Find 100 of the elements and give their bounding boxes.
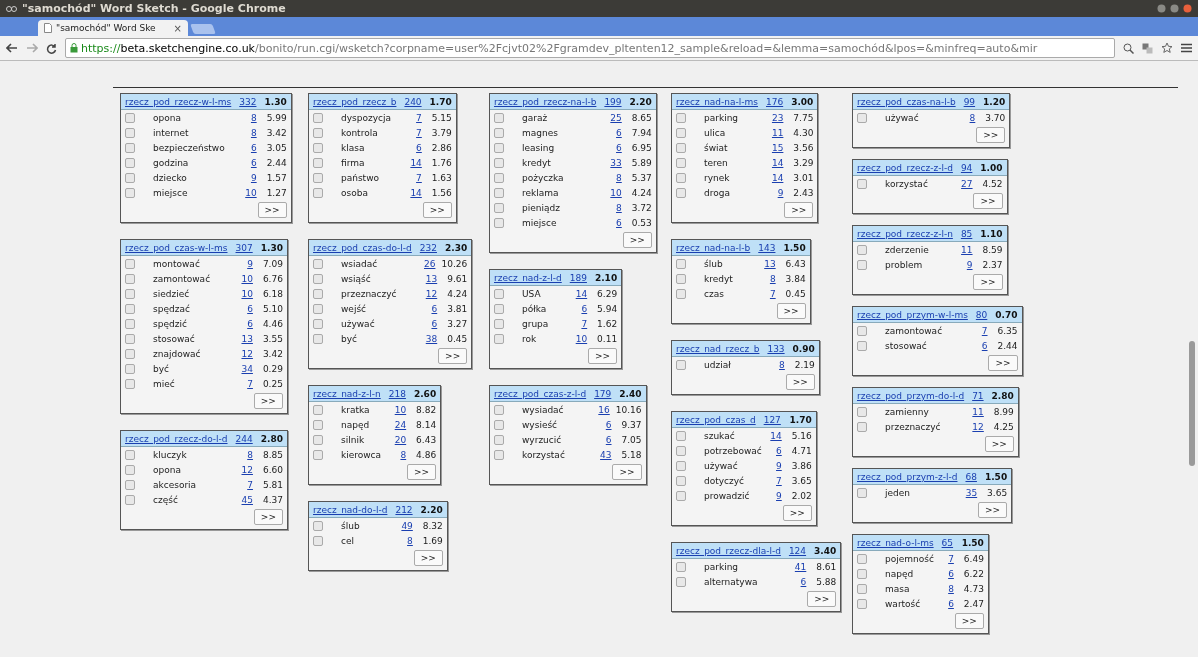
frequency-link[interactable]: 7 [407,172,422,183]
checkbox[interactable] [125,303,135,314]
frequency-link[interactable]: 6 [973,340,988,351]
checkbox[interactable] [313,127,323,138]
checkbox[interactable] [857,487,867,498]
frequency-link[interactable]: 14 [407,187,422,198]
checkbox[interactable] [125,187,135,198]
frequency-link[interactable]: 11 [969,406,984,417]
checkbox[interactable] [676,258,686,269]
frequency-link[interactable]: 6 [423,303,438,314]
checkbox[interactable] [313,419,323,430]
frequency-link[interactable]: 9 [238,258,253,269]
checkbox[interactable] [857,553,867,564]
checkbox[interactable] [125,172,135,183]
relation-link[interactable]: rzecz_nad-o-l-ms [857,537,934,548]
checkbox[interactable] [494,112,504,123]
more-button[interactable]: >> [807,591,837,607]
relation-link[interactable]: rzecz_pod_przym-w-l-ms [857,309,968,320]
frequency-link[interactable]: 6 [597,434,612,445]
count-link[interactable]: 244 [235,433,253,444]
checkbox[interactable] [494,434,504,445]
frequency-link[interactable]: 12 [238,348,253,359]
checkbox[interactable] [125,479,135,490]
frequency-link[interactable]: 8 [607,172,622,183]
minimize-icon[interactable] [1157,4,1166,13]
checkbox[interactable] [313,142,323,153]
count-link[interactable]: 212 [395,504,413,515]
frequency-link[interactable]: 8 [961,112,976,123]
relation-link[interactable]: rzecz_pod_rzecz-do-l-d [125,433,228,444]
relation-link[interactable]: rzecz_pod_rzecz-w-l-ms [125,96,232,107]
checkbox[interactable] [494,217,504,228]
checkbox[interactable] [857,325,867,336]
more-button[interactable]: >> [253,393,283,409]
checkbox[interactable] [676,172,686,183]
count-link[interactable]: 80 [975,309,988,320]
frequency-link[interactable]: 6 [242,157,257,168]
more-button[interactable]: >> [588,348,618,364]
frequency-link[interactable]: 33 [607,157,622,168]
count-link[interactable]: 199 [604,96,622,107]
frequency-link[interactable]: 8 [770,359,785,370]
frequency-link[interactable]: 8 [607,202,622,213]
frequency-link[interactable]: 24 [392,419,407,430]
checkbox[interactable] [676,490,686,501]
checkbox[interactable] [857,421,867,432]
checkbox[interactable] [494,419,504,430]
checkbox[interactable] [125,363,135,374]
more-button[interactable]: >> [973,193,1003,209]
count-link[interactable]: 124 [788,545,807,556]
relation-link[interactable]: rzecz_pod_rzecz-na-l-b [494,96,597,107]
more-button[interactable]: >> [973,274,1003,290]
frequency-link[interactable]: 14 [407,157,422,168]
frequency-link[interactable]: 8 [242,127,257,138]
checkbox[interactable] [125,157,135,168]
frequency-link[interactable]: 8 [761,273,776,284]
checkbox[interactable] [313,288,323,299]
more-button[interactable]: >> [976,127,1006,143]
relation-link[interactable]: rzecz_nad-z-l-n [313,388,381,399]
checkbox[interactable] [313,333,323,344]
checkbox[interactable] [676,112,686,123]
checkbox[interactable] [494,172,504,183]
frequency-link[interactable]: 13 [761,258,776,269]
checkbox[interactable] [494,288,504,299]
frequency-link[interactable]: 6 [573,303,588,314]
frequency-link[interactable]: 7 [407,112,422,123]
checkbox[interactable] [857,259,867,270]
checkbox[interactable] [857,340,867,351]
relation-link[interactable]: rzecz_nad_rzecz_b [676,343,760,354]
relation-link[interactable]: rzecz_pod_czas-na-l-b [857,96,956,107]
more-button[interactable]: >> [784,202,814,218]
checkbox[interactable] [125,288,135,299]
frequency-link[interactable]: 12 [238,464,253,475]
checkbox[interactable] [313,187,323,198]
more-button[interactable]: >> [622,232,652,248]
frequency-link[interactable]: 6 [597,419,612,430]
frequency-link[interactable]: 6 [607,217,622,228]
checkbox[interactable] [494,127,504,138]
frequency-link[interactable]: 7 [939,553,954,564]
count-link[interactable]: 176 [766,96,784,107]
count-link[interactable]: 94 [960,162,973,173]
relation-link[interactable]: rzecz_pod_przym-z-l-d [857,471,958,482]
count-link[interactable]: 307 [235,242,253,253]
checkbox[interactable] [494,303,504,314]
checkbox[interactable] [857,406,867,417]
frequency-link[interactable]: 49 [398,520,413,531]
relation-link[interactable]: rzecz_nad-z-l-d [494,272,562,283]
checkbox[interactable] [313,258,323,269]
count-link[interactable]: 240 [404,96,422,107]
checkbox[interactable] [125,142,135,153]
checkbox[interactable] [313,318,323,329]
count-link[interactable]: 189 [569,272,587,283]
checkbox[interactable] [676,460,686,471]
frequency-link[interactable]: 7 [761,288,776,299]
more-button[interactable]: >> [782,505,812,521]
count-link[interactable]: 71 [972,390,984,401]
frequency-link[interactable]: 11 [769,127,784,138]
checkbox[interactable] [313,112,323,123]
checkbox[interactable] [125,112,135,123]
checkbox[interactable] [857,244,867,255]
checkbox[interactable] [313,434,323,445]
checkbox[interactable] [676,288,686,299]
